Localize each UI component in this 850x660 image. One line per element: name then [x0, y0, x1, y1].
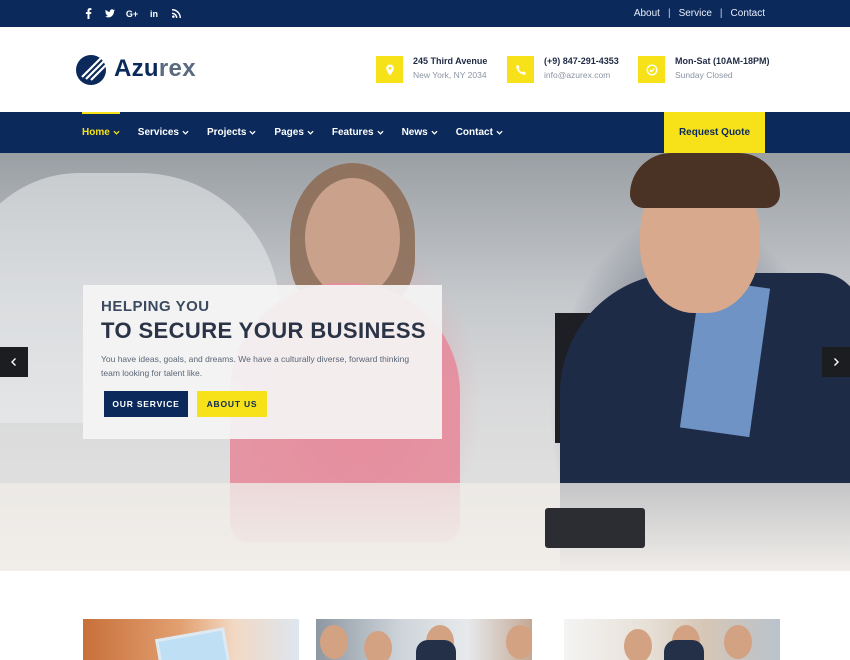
nav-item-features[interactable]: Features — [332, 112, 384, 153]
hours-line1: Mon-Sat (10AM-18PM) — [675, 56, 770, 66]
services-thumbnails — [0, 619, 850, 660]
nav-item-label: Pages — [274, 127, 304, 138]
chevron-down-icon — [307, 130, 314, 135]
person-image — [506, 625, 532, 659]
hero-photo-woman-face — [305, 178, 400, 298]
site-logo[interactable]: Azurex — [74, 50, 196, 88]
nav-item-label: Home — [82, 127, 110, 138]
chevron-down-icon — [431, 130, 438, 135]
person-image — [320, 625, 348, 659]
request-quote-button[interactable]: Request Quote — [664, 112, 765, 153]
chevron-down-icon — [496, 130, 503, 135]
nav-item-projects[interactable]: Projects — [206, 112, 257, 153]
nav-menu: Home Services Projects Pages Features Ne… — [82, 112, 503, 153]
top-links: About | Service | Contact — [634, 0, 765, 27]
service-thumbnail-image[interactable] — [83, 619, 299, 660]
nav-item-home[interactable]: Home — [82, 112, 120, 153]
slider-prev-button[interactable] — [0, 347, 28, 377]
contact-email[interactable]: info@azurex.com — [544, 70, 619, 80]
top-link-separator: | — [719, 8, 723, 19]
nav-item-label: Contact — [455, 127, 493, 138]
phone-info: (+9) 847-291-4353 info@azurex.com — [507, 56, 619, 83]
logo-mark-icon — [76, 55, 108, 85]
nav-item-pages[interactable]: Pages — [274, 112, 314, 153]
chevron-right-icon — [834, 358, 839, 366]
phone-icon — [507, 56, 534, 83]
nav-item-label: Features — [331, 127, 374, 138]
top-link-separator: | — [667, 8, 671, 19]
map-pin-icon — [376, 56, 403, 83]
google-plus-icon[interactable]: G+ — [126, 8, 138, 20]
service-thumbnail-image[interactable] — [316, 619, 532, 660]
top-link-about[interactable]: About — [634, 8, 660, 19]
slider-next-button[interactable] — [822, 347, 850, 377]
nav-item-services[interactable]: Services — [138, 112, 189, 153]
twitter-icon[interactable] — [104, 8, 116, 20]
logo-wordmark: Azurex — [114, 55, 196, 83]
hero-description: You have ideas, goals, and dreams. We ha… — [101, 354, 410, 378]
hero-headline: TO SECURE YOUR BUSINESS — [101, 318, 427, 343]
person-image — [624, 629, 652, 660]
chevron-down-icon — [376, 130, 384, 135]
nav-item-label: News — [401, 127, 428, 138]
logo-wordmark-part1: Azu — [114, 55, 159, 82]
tablet-image — [155, 627, 231, 660]
address-line1: 245 Third Avenue — [413, 56, 488, 66]
linkedin-icon[interactable]: in — [148, 8, 160, 20]
hero-caption-card: HELPING YOU TO SECURE YOUR BUSINESS You … — [83, 285, 442, 439]
our-service-button[interactable]: OUR SERVICE — [104, 391, 188, 417]
chevron-down-icon — [182, 130, 189, 135]
nav-item-news[interactable]: News — [402, 112, 438, 153]
chevron-down-icon — [113, 130, 120, 135]
phone-number[interactable]: (+9) 847-291-4353 — [544, 56, 619, 66]
person-image — [724, 625, 752, 659]
hero-photo-keyboard — [545, 508, 645, 548]
nav-item-label: Projects — [206, 127, 247, 138]
person-image — [364, 631, 392, 660]
person-image — [664, 640, 704, 660]
hero-kicker: HELPING YOU — [101, 298, 210, 315]
site-header: Azurex 245 Third Avenue New York, NY 203… — [0, 27, 850, 112]
top-link-contact[interactable]: Contact — [731, 8, 765, 19]
top-link-service[interactable]: Service — [679, 8, 712, 19]
chevron-left-icon — [11, 358, 16, 366]
person-image — [416, 640, 456, 660]
top-bar: G+ in About | Service | Contact — [0, 0, 850, 27]
about-us-button[interactable]: ABOUT US — [197, 391, 267, 417]
social-links: G+ in — [82, 0, 182, 27]
address-line2: New York, NY 2034 — [413, 70, 487, 80]
nav-item-contact[interactable]: Contact — [456, 112, 503, 153]
facebook-icon[interactable] — [82, 8, 94, 20]
address-info: 245 Third Avenue New York, NY 2034 — [376, 56, 488, 83]
hero-photo-man-hair — [630, 153, 780, 208]
hero-buttons: OUR SERVICE ABOUT US — [104, 391, 424, 417]
clock-icon — [638, 56, 665, 83]
nav-item-label: Services — [137, 127, 179, 138]
hero-photo-desk — [0, 483, 850, 571]
hero-slider: HELPING YOU TO SECURE YOUR BUSINESS You … — [0, 153, 850, 571]
main-navigation: Home Services Projects Pages Features Ne… — [0, 112, 850, 153]
service-thumbnail-image[interactable] — [564, 619, 780, 660]
chevron-down-icon — [249, 130, 257, 135]
hours-line2: Sunday Closed — [675, 70, 733, 80]
logo-wordmark-part2: rex — [158, 55, 196, 82]
rss-icon[interactable] — [170, 8, 182, 20]
hours-info: Mon-Sat (10AM-18PM) Sunday Closed — [638, 56, 770, 83]
